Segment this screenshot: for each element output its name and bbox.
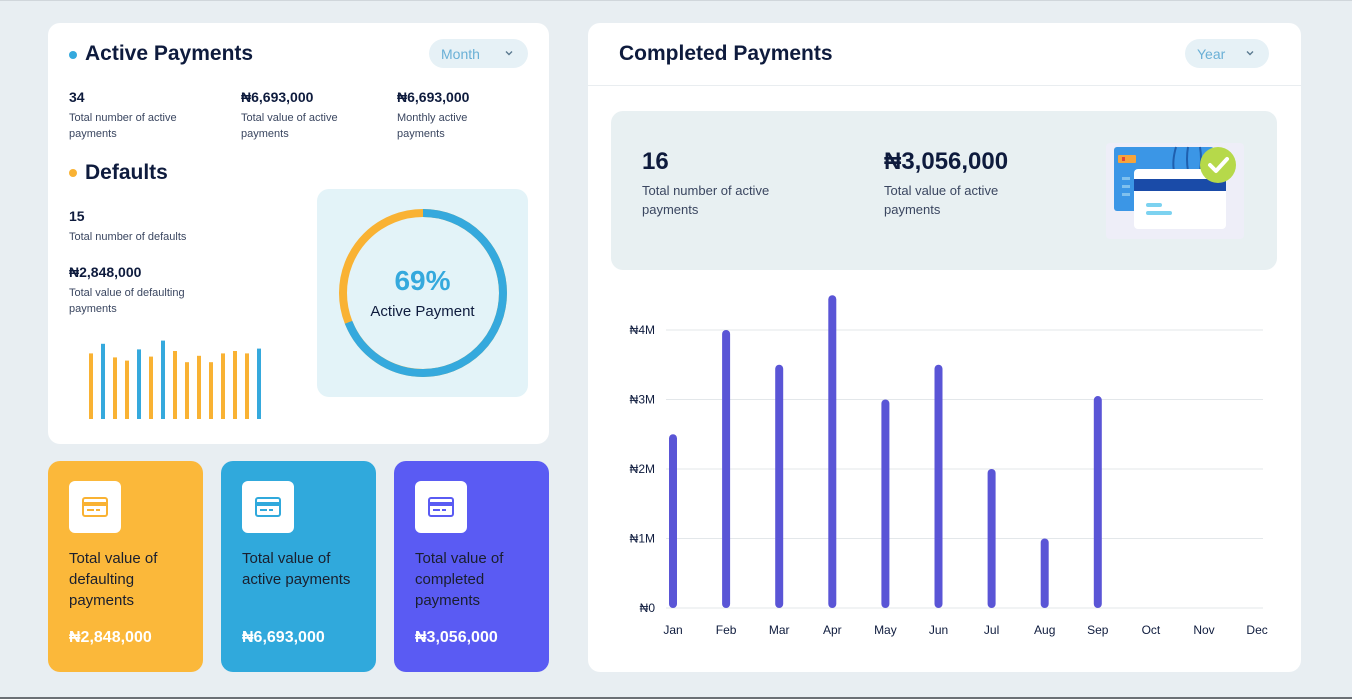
active-total-value: ₦6,693,000 bbox=[241, 89, 314, 105]
tile-value: ₦2,848,000 bbox=[69, 629, 152, 646]
bar-jan bbox=[669, 434, 677, 608]
x-tick-label: Jul bbox=[984, 623, 999, 637]
year-select[interactable]: Year bbox=[1185, 39, 1269, 68]
year-select-value: Year bbox=[1197, 45, 1226, 62]
mini-bar bbox=[101, 343, 105, 419]
active-payments-title: Active Payments bbox=[85, 42, 254, 65]
bar-may bbox=[881, 399, 890, 608]
tile-value: ₦3,056,000 bbox=[415, 629, 498, 646]
bar-mar bbox=[775, 364, 784, 608]
payment-card-check-icon bbox=[1106, 143, 1244, 239]
completed-summary: 16 Total number of active payments ₦3,05… bbox=[611, 111, 1277, 270]
donut-percent: 69% bbox=[394, 265, 451, 296]
monthly-active-label: Monthly active payments bbox=[397, 112, 468, 140]
active-count-label: Total number of active payments bbox=[69, 112, 177, 140]
bar-aug bbox=[1040, 538, 1049, 608]
credit-card-icon bbox=[428, 497, 454, 517]
x-tick-label: Aug bbox=[1034, 623, 1055, 637]
x-tick-label: Jun bbox=[929, 623, 948, 637]
active-payment-donut: 69% Active Payment bbox=[317, 189, 528, 397]
tile-label: Total value of completed payments bbox=[415, 550, 504, 609]
x-tick-label: Jan bbox=[663, 623, 682, 637]
y-tick-label: ₦1M bbox=[630, 532, 655, 546]
x-tick-label: Apr bbox=[823, 623, 842, 637]
active-dot-icon bbox=[69, 51, 77, 59]
bar-feb bbox=[722, 330, 731, 608]
mini-bar bbox=[221, 353, 225, 419]
bar-apr bbox=[828, 295, 837, 608]
completed-count-value: 16 bbox=[642, 148, 669, 175]
completed-count-label: Total number of active payments bbox=[642, 183, 770, 217]
active-total-label: Total value of active payments bbox=[241, 112, 338, 140]
defaults-dot-icon bbox=[69, 169, 77, 177]
defaults-total-label: Total value of defaulting payments bbox=[69, 287, 185, 315]
mini-bar bbox=[173, 351, 177, 419]
defaults-count-label: Total number of defaults bbox=[69, 231, 187, 243]
mini-bar bbox=[125, 360, 129, 419]
active-payments-card: Active Payments Month 34 Total number of… bbox=[48, 23, 549, 444]
completed-payments-bar-chart: ₦0 ₦1M ₦2M ₦3M ₦4M Jan Feb Mar Apr May Jun Jul Aug Se… bbox=[630, 295, 1268, 637]
mini-bar bbox=[209, 362, 213, 419]
tile-label: Total value of active payments bbox=[242, 550, 351, 588]
y-tick-label: ₦3M bbox=[630, 393, 655, 407]
mini-bar bbox=[233, 351, 237, 419]
mini-bar bbox=[137, 349, 141, 419]
y-tick-label: ₦0 bbox=[640, 601, 656, 615]
mini-bar bbox=[113, 357, 117, 419]
mini-bar bbox=[197, 355, 201, 419]
mini-bar bbox=[161, 340, 165, 419]
tile-active-value[interactable]: Total value of active payments ₦6,693,00… bbox=[221, 461, 376, 672]
bar-sep bbox=[1093, 396, 1102, 608]
defaults-mini-bar-chart bbox=[89, 340, 261, 419]
mini-bar bbox=[257, 348, 261, 419]
tile-label: Total value of defaulting payments bbox=[69, 550, 158, 609]
completed-total-label: Total value of active payments bbox=[884, 183, 999, 217]
defaults-title: Defaults bbox=[85, 161, 168, 184]
x-tick-label: Mar bbox=[769, 623, 790, 637]
x-tick-label: Feb bbox=[716, 623, 737, 637]
chevron-down-icon bbox=[505, 51, 513, 56]
chevron-down-icon bbox=[1246, 51, 1254, 56]
bar-jun bbox=[934, 364, 943, 608]
header-divider bbox=[588, 85, 1301, 86]
defaults-total-value: ₦2,848,000 bbox=[69, 264, 142, 280]
mini-bar bbox=[89, 353, 93, 419]
monthly-active-value: ₦6,693,000 bbox=[397, 89, 470, 105]
x-tick-label: Nov bbox=[1193, 623, 1214, 637]
completed-payments-title: Completed Payments bbox=[619, 42, 833, 65]
mini-bar bbox=[149, 356, 153, 419]
donut-label: Active Payment bbox=[370, 303, 475, 320]
completed-total-value: ₦3,056,000 bbox=[884, 148, 1009, 175]
tile-value: ₦6,693,000 bbox=[242, 629, 325, 646]
credit-card-icon bbox=[82, 497, 108, 517]
bar-jul bbox=[987, 469, 996, 608]
mini-bar bbox=[185, 362, 189, 419]
tile-icon-box bbox=[415, 481, 467, 533]
x-tick-label: Oct bbox=[1142, 623, 1161, 637]
y-tick-label: ₦4M bbox=[630, 323, 655, 337]
tile-icon-box bbox=[69, 481, 121, 533]
active-count-value: 34 bbox=[69, 89, 85, 105]
x-tick-label: Dec bbox=[1246, 623, 1267, 637]
x-tick-label: May bbox=[874, 623, 897, 637]
completed-payments-card: Completed Payments Year 16 Total number … bbox=[588, 23, 1301, 672]
month-select-value: Month bbox=[441, 45, 480, 62]
y-tick-label: ₦2M bbox=[630, 462, 655, 476]
tile-completed-value[interactable]: Total value of completed payments ₦3,056… bbox=[394, 461, 549, 672]
credit-card-icon bbox=[255, 497, 281, 517]
mini-bar bbox=[245, 353, 249, 419]
defaults-count-value: 15 bbox=[69, 208, 85, 224]
month-select[interactable]: Month bbox=[429, 39, 528, 68]
x-tick-label: Sep bbox=[1087, 623, 1109, 637]
tile-defaulting-value[interactable]: Total value of defaulting payments ₦2,84… bbox=[48, 461, 203, 672]
tile-icon-box bbox=[242, 481, 294, 533]
